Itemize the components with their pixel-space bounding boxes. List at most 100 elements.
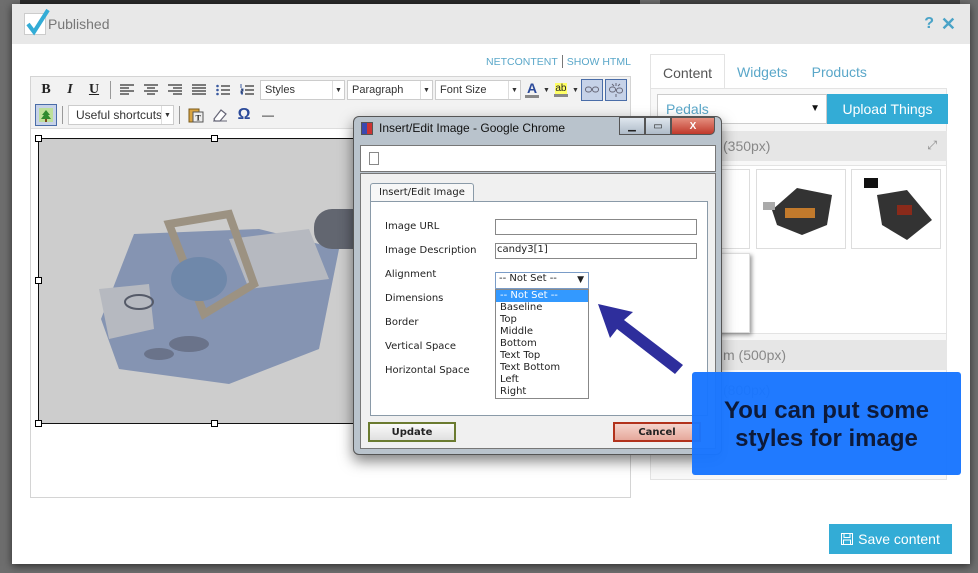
update-button[interactable]: Update	[368, 422, 456, 442]
justify-button[interactable]	[188, 79, 210, 101]
minimize-button[interactable]: ▁	[619, 117, 645, 135]
insert-image-button[interactable]	[35, 104, 57, 126]
resize-handle[interactable]	[211, 420, 218, 427]
bold-button[interactable]: B	[35, 79, 57, 101]
cancel-button[interactable]: Cancel	[613, 422, 701, 442]
alignment-dropdown-list: -- Not Set -- Baseline Top Middle Bottom…	[495, 289, 589, 399]
highlight-color-button[interactable]: ab	[552, 79, 570, 101]
border-label: Border	[385, 317, 419, 328]
show-html-link[interactable]: SHOW HTML	[567, 56, 631, 68]
tab-widgets[interactable]: Widgets	[725, 54, 800, 88]
color-swatch	[553, 94, 568, 97]
svg-text:T: T	[196, 114, 202, 123]
paragraph-select[interactable]: Paragraph ▼	[347, 80, 433, 100]
italic-button[interactable]: I	[59, 79, 81, 101]
annotation-callout: You can put some styles for image	[692, 372, 961, 475]
expand-icon[interactable]: ⤢	[927, 138, 937, 153]
chevron-down-icon[interactable]: ▼	[543, 87, 550, 94]
callout-line: You can put some	[724, 397, 929, 424]
maximize-button[interactable]: ▭	[645, 117, 671, 135]
shortcuts-select[interactable]: Useful shortcuts ▼	[68, 105, 174, 125]
dialog-title: Insert/Edit Image - Google Chrome	[379, 121, 566, 135]
align-left-button[interactable]	[116, 79, 138, 101]
dialog-titlebar[interactable]: Insert/Edit Image - Google Chrome	[361, 121, 565, 135]
divider	[561, 55, 563, 68]
tab-products[interactable]: Products	[800, 54, 879, 88]
image-icon	[39, 108, 53, 122]
paste-text-button[interactable]: T	[185, 104, 207, 126]
clear-formatting-button[interactable]	[209, 104, 231, 126]
callout-line: styles for image	[735, 425, 918, 452]
published-toggle[interactable]: Published	[24, 8, 110, 36]
font-color-button[interactable]: A	[523, 79, 541, 101]
chevron-down-icon: ▼	[810, 103, 820, 114]
unlink-button[interactable]	[604, 79, 627, 101]
numbered-list-button[interactable]	[236, 79, 258, 101]
insert-image-dialog: Insert/Edit Image - Google Chrome ▁ ▭ X …	[353, 116, 722, 455]
alignment-option[interactable]: Top	[496, 314, 588, 326]
annotation-arrow-icon	[598, 304, 683, 374]
alignment-option[interactable]: Baseline	[496, 302, 588, 314]
tab-insert-edit-image[interactable]: Insert/Edit Image	[370, 183, 474, 201]
image-url-label: Image URL	[385, 221, 440, 232]
address-bar	[360, 145, 716, 172]
align-left-icon	[120, 84, 134, 95]
chrome-app-icon	[361, 121, 373, 135]
thumbnail[interactable]	[851, 169, 941, 249]
align-right-button[interactable]	[164, 79, 186, 101]
save-content-button[interactable]: Save content	[829, 524, 952, 554]
alignment-option[interactable]: Text Top	[496, 350, 588, 362]
alignment-select-value: -- Not Set --	[499, 273, 557, 284]
checkmark-icon	[26, 8, 50, 36]
published-checkbox[interactable]	[24, 8, 50, 36]
close-icon[interactable]: ✕	[941, 14, 956, 35]
netcontent-link[interactable]: NETCONTENT	[486, 56, 558, 68]
bullet-list-button[interactable]	[212, 79, 234, 101]
alignment-option[interactable]: Left	[496, 374, 588, 386]
highlight-icon: ab	[555, 83, 567, 94]
horizontal-rule-icon: —	[262, 108, 274, 122]
chevron-down-icon: ▼	[332, 81, 344, 99]
published-label: Published	[48, 16, 110, 32]
eraser-icon	[213, 109, 227, 122]
selected-image[interactable]	[38, 138, 368, 424]
image-description-input[interactable]: candy3[1]	[495, 243, 697, 259]
special-char-button[interactable]: Ω	[233, 104, 255, 126]
save-icon	[841, 533, 854, 545]
font-size-select[interactable]: Font Size ▼	[435, 80, 521, 100]
section-label: m (500px)	[723, 347, 787, 363]
horizontal-rule-button[interactable]: —	[257, 104, 279, 126]
divider	[179, 106, 180, 124]
category-select-value: Pedals	[666, 101, 709, 117]
paragraph-select-value: Paragraph	[352, 84, 404, 96]
help-icon[interactable]: ?	[924, 15, 934, 33]
alignment-label: Alignment	[385, 269, 437, 280]
resize-handle[interactable]	[35, 420, 42, 427]
alignment-select[interactable]: -- Not Set -- ▼	[495, 272, 589, 289]
upload-things-button[interactable]: Upload Things	[827, 94, 948, 124]
chevron-down-icon[interactable]: ▼	[572, 87, 579, 94]
alignment-option[interactable]: Middle	[496, 326, 588, 338]
resize-handle[interactable]	[35, 135, 42, 142]
page-icon	[369, 152, 379, 165]
underline-button[interactable]: U	[83, 79, 105, 101]
align-center-button[interactable]	[140, 79, 162, 101]
alignment-option[interactable]: Right	[496, 386, 588, 398]
pedal-image	[39, 139, 367, 423]
window-close-button[interactable]: X	[671, 117, 715, 135]
align-center-icon	[144, 84, 158, 95]
image-url-input[interactable]	[495, 219, 697, 235]
link-icon	[584, 86, 599, 93]
link-button[interactable]	[580, 79, 603, 101]
resize-handle[interactable]	[211, 135, 218, 142]
styles-select[interactable]: Styles ▼	[260, 80, 345, 100]
tab-content[interactable]: Content	[650, 54, 726, 88]
resize-handle[interactable]	[35, 277, 42, 284]
shortcuts-select-value: Useful shortcuts	[76, 108, 163, 122]
alignment-option[interactable]: Bottom	[496, 338, 588, 350]
thumbnail[interactable]	[756, 169, 846, 249]
omega-icon: Ω	[237, 106, 251, 123]
alignment-option[interactable]: Text Bottom	[496, 362, 588, 374]
font-color-icon: A	[526, 80, 538, 96]
alignment-option[interactable]: -- Not Set --	[496, 290, 588, 302]
